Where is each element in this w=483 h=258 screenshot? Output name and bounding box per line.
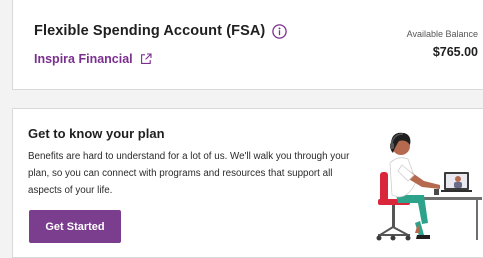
info-circle-icon[interactable] — [272, 23, 288, 39]
plan-card-description: Benefits are hard to understand for a lo… — [28, 151, 350, 196]
provider-link[interactable]: Inspira Financial — [34, 52, 152, 66]
woman-at-desk-video-call-illustration — [358, 123, 483, 247]
available-balance-label: Available Balance — [406, 29, 478, 39]
fsa-title: Flexible Spending Account (FSA) — [34, 23, 266, 39]
plan-intro-card: Get to know your plan Benefits are hard … — [12, 108, 483, 258]
plan-card-title: Get to know your plan — [28, 126, 165, 141]
available-balance-value: $765.00 — [432, 45, 478, 59]
get-started-button[interactable]: Get Started — [29, 210, 121, 243]
provider-link-label[interactable]: Inspira Financial — [34, 52, 133, 66]
fsa-title-row: Flexible Spending Account (FSA) — [34, 23, 288, 39]
fsa-account-card: Flexible Spending Account (FSA) Inspira … — [12, 0, 483, 90]
external-link-icon[interactable] — [140, 52, 152, 64]
